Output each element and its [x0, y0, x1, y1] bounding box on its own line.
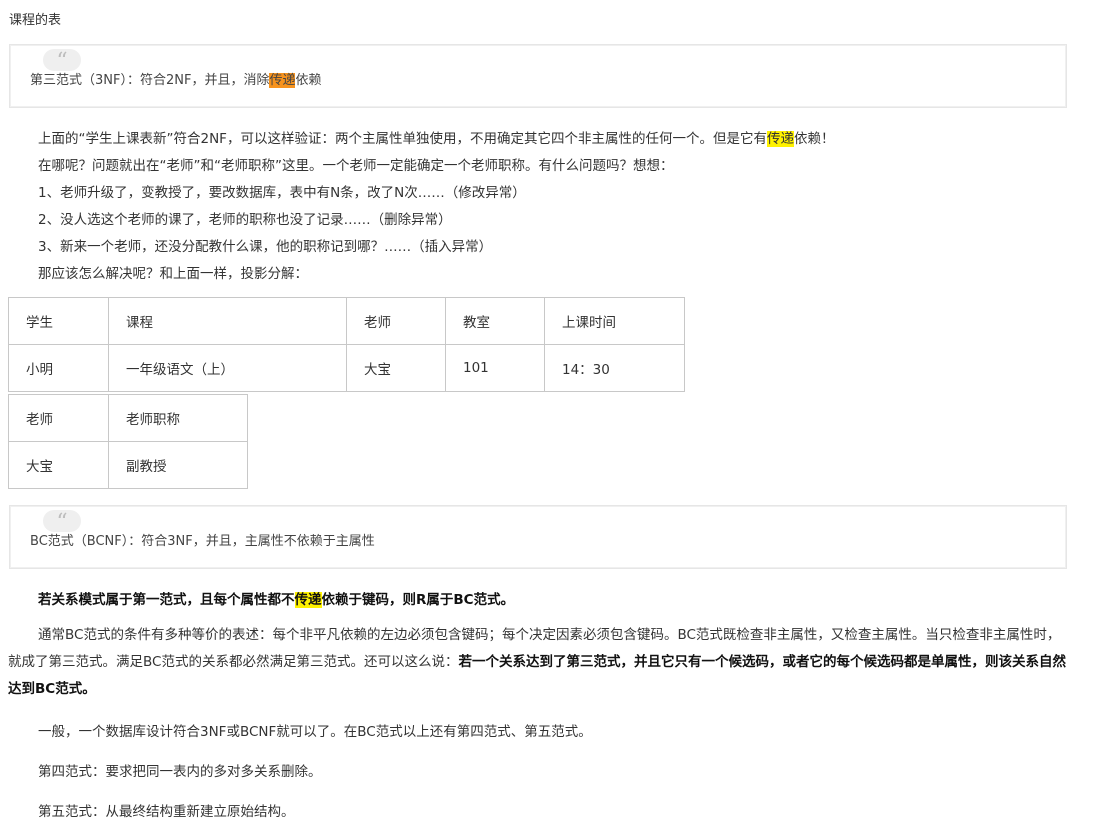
text-line-2: 在哪呢？问题就出在“老师”和“老师职称”这里。一个老师一定能确定一个老师职称。有… — [38, 158, 674, 174]
bold-definition: 若关系模式属于第一范式，且每个属性都不传递依赖于键码，则R属于BC范式。 — [38, 592, 515, 608]
table-row: 小明 一年级语文（上） 大宝 101 14：30 — [8, 344, 685, 392]
table-header-row: 老师 老师职称 — [8, 394, 248, 442]
paragraph-5nf: 第五范式：从最终结构重新建立原始结构。 — [38, 804, 295, 820]
highlight-term: 传递 — [766, 131, 794, 147]
paragraph-general: 一般，一个数据库设计符合3NF或BCNF就可以了。在BC范式以上还有第四范式、第… — [38, 724, 592, 740]
table-cell: 一年级语文（上） — [108, 344, 347, 392]
highlight-term: 传递 — [294, 592, 322, 608]
table-cell: 老师职称 — [108, 394, 248, 442]
blockquote-3nf-text: 第三范式（3NF）：符合2NF，并且，消除传递依赖 — [30, 73, 322, 88]
table-cell: 学生 — [8, 297, 109, 345]
blockquote-bcnf: “ BC范式（BCNF）：符合3NF，并且，主属性不依赖于主属性 — [9, 505, 1067, 569]
text-line-4: 2、没人选这个老师的课了，老师的职称也没了记录……（删除异常） — [38, 212, 452, 228]
text-line-3: 1、老师升级了，变教授了，要改数据库，表中有N条，改了N次……（修改异常） — [38, 185, 526, 201]
table-row: 大宝 副教授 — [8, 441, 248, 489]
table-cell: 大宝 — [8, 441, 109, 489]
teacher-title-table: 老师 老师职称 大宝 副教授 — [8, 394, 248, 489]
table-cell: 大宝 — [346, 344, 446, 392]
table-cell: 14：30 — [544, 344, 685, 392]
table-cell: 小明 — [8, 344, 109, 392]
section-caption: 课程的表 — [9, 13, 62, 28]
text-line-6: 那应该怎么解决呢？和上面一样，投影分解： — [38, 266, 308, 282]
table-cell: 101 — [445, 344, 545, 392]
blockquote-bcnf-text: BC范式（BCNF）：符合3NF，并且，主属性不依赖于主属性 — [30, 534, 375, 549]
paragraph-4nf: 第四范式：要求把同一表内的多对多关系删除。 — [38, 764, 322, 780]
blockquote-3nf: “ 第三范式（3NF）：符合2NF，并且，消除传递依赖 — [9, 44, 1067, 108]
table-cell: 上课时间 — [544, 297, 685, 345]
quote-mark-icon: “ — [43, 510, 81, 535]
table-cell: 副教授 — [108, 441, 248, 489]
paragraph-bcnf-conditions: 通常BC范式的条件有多种等价的表述：每个非平凡依赖的左边必须包含键码；每个决定因… — [8, 627, 1066, 697]
text-line-5: 3、新来一个老师，还没分配教什么课，他的职称记到哪？……（插入异常） — [38, 239, 493, 255]
table-cell: 老师 — [346, 297, 446, 345]
table-header-row: 学生 课程 老师 教室 上课时间 — [8, 297, 685, 345]
text-line-1: 上面的“学生上课表新”符合2NF，可以这样验证：两个主属性单独使用，不用确定其它… — [38, 131, 835, 147]
course-table: 学生 课程 老师 教室 上课时间 小明 一年级语文（上） 大宝 101 14：3… — [8, 297, 685, 392]
table-cell: 课程 — [108, 297, 347, 345]
table-cell: 教室 — [445, 297, 545, 345]
highlight-term: 传递 — [269, 73, 296, 88]
table-cell: 老师 — [8, 394, 109, 442]
quote-mark-icon: “ — [43, 49, 81, 74]
